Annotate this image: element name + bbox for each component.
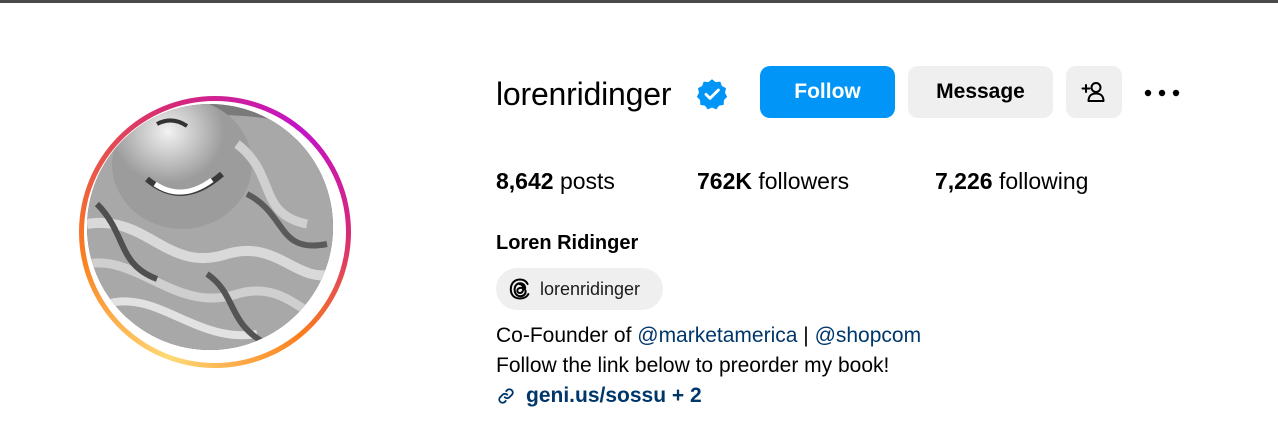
avatar-photo: [87, 104, 333, 350]
window-top-border: [0, 0, 1278, 3]
threads-handle: lorenridinger: [540, 278, 641, 299]
more-options-button[interactable]: [1140, 78, 1184, 108]
profile-avatar[interactable]: [79, 96, 351, 368]
posts-label: posts: [559, 168, 615, 194]
message-button[interactable]: Message: [908, 66, 1053, 118]
follow-button[interactable]: Follow: [760, 66, 895, 118]
followers-link[interactable]: 762K followers: [697, 166, 849, 196]
external-link-text[interactable]: geni.us/sossu + 2: [526, 384, 702, 408]
person-plus-icon: [1081, 82, 1105, 102]
posts-count: 8,642 posts: [496, 166, 615, 196]
bio-line-2: Follow the link below to preorder my boo…: [496, 354, 890, 377]
following-label: following: [998, 168, 1089, 194]
following-link[interactable]: 7,226 following: [935, 166, 1088, 196]
followers-value: 762K: [697, 168, 752, 194]
avatar-portrait-illustration: [87, 104, 333, 350]
profile-username: lorenridinger: [496, 76, 672, 112]
suggested-users-button[interactable]: [1066, 66, 1122, 118]
threads-profile-chip[interactable]: lorenridinger: [496, 268, 663, 310]
ellipsis-icon: [1144, 89, 1180, 97]
followers-label: followers: [758, 168, 850, 194]
bio-separator: |: [797, 324, 815, 347]
profile-full-name: Loren Ridinger: [496, 232, 639, 254]
external-link-row[interactable]: geni.us/sossu + 2: [496, 381, 702, 411]
mention-link-marketamerica[interactable]: @marketamerica: [637, 324, 797, 347]
link-icon: [498, 388, 514, 404]
mention-link-shopcom[interactable]: @shopcom: [815, 324, 922, 347]
threads-icon: [509, 278, 530, 300]
verified-badge-icon: [696, 79, 728, 110]
following-value: 7,226: [935, 168, 993, 194]
bio-line-1: Co-Founder of @marketamerica | @shopcom: [496, 321, 921, 351]
bio-prefix: Co-Founder of: [496, 324, 638, 347]
posts-value: 8,642: [496, 168, 554, 194]
